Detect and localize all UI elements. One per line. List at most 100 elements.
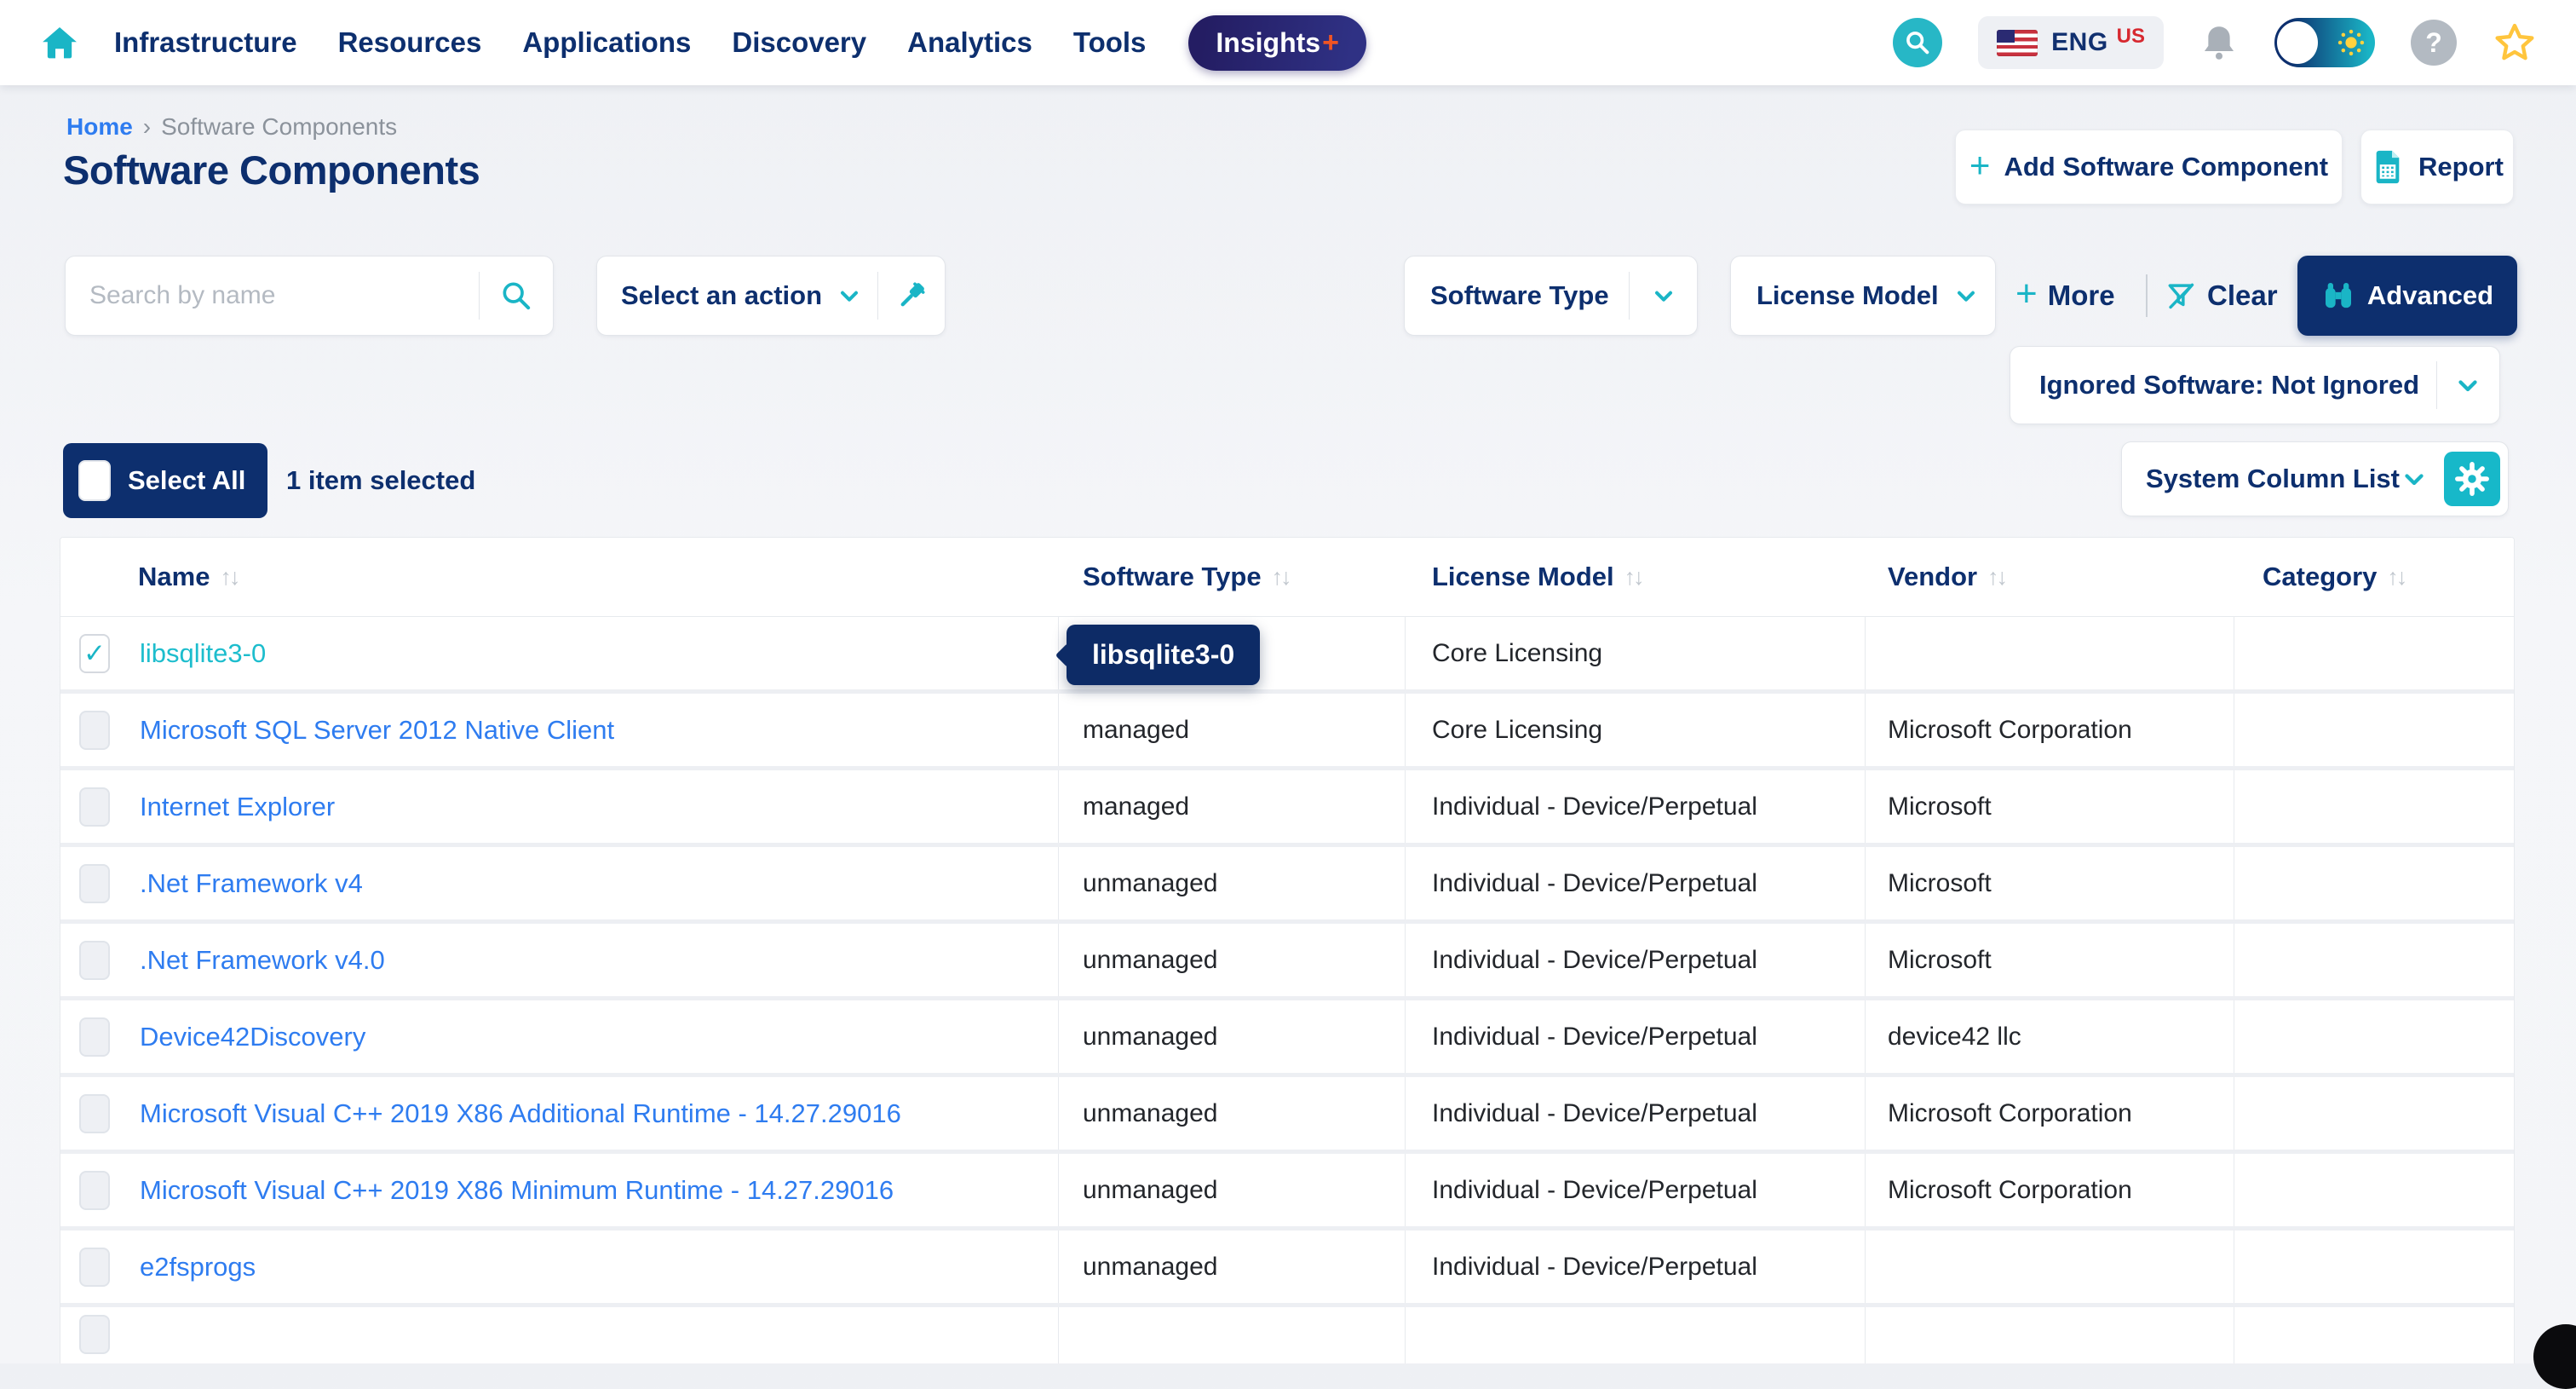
nav-item-resources[interactable]: Resources	[338, 26, 482, 59]
row-checkbox[interactable]	[79, 1248, 110, 1287]
gavel-icon	[894, 279, 929, 313]
software-name-link[interactable]: e2fsprogs	[140, 1252, 256, 1282]
clear-filter-icon	[2165, 280, 2197, 312]
software-name-link[interactable]: Microsoft Visual C++ 2019 X86 Additional…	[140, 1098, 901, 1129]
nav-item-applications[interactable]: Applications	[522, 26, 691, 59]
help-button[interactable]: ?	[2411, 20, 2457, 66]
vendor-cell: Microsoft	[1866, 924, 2234, 996]
chevron-down-icon	[2453, 371, 2482, 400]
software-name-link[interactable]: Internet Explorer	[140, 792, 335, 822]
global-search-button[interactable]	[1893, 18, 1942, 67]
select-all-label: Select All	[128, 465, 245, 496]
breadcrumb-home-link[interactable]: Home	[66, 113, 133, 141]
clear-filters-button[interactable]: Clear	[2165, 256, 2278, 336]
language-selector[interactable]: ENG US	[1978, 16, 2164, 69]
name-cell: Internet Explorer	[60, 770, 1059, 843]
nav-item-tools[interactable]: Tools	[1073, 26, 1147, 59]
row-checkbox[interactable]	[79, 864, 110, 903]
row-checkbox[interactable]	[79, 941, 110, 980]
advanced-search-button[interactable]: Advanced	[2297, 256, 2517, 336]
clear-label: Clear	[2207, 280, 2278, 312]
name-cell: .Net Framework v4	[60, 847, 1059, 919]
nav-item-discovery[interactable]: Discovery	[732, 26, 866, 59]
nav-item-analytics[interactable]: Analytics	[907, 26, 1032, 59]
row-checkbox[interactable]	[79, 1017, 110, 1057]
table-row: e2fsprogsunmanagedIndividual - Device/Pe…	[60, 1231, 2514, 1307]
column-list-dropdown[interactable]: System Column List	[2121, 441, 2509, 516]
search-input[interactable]	[66, 281, 479, 310]
row-checkbox[interactable]	[79, 1171, 110, 1210]
column-header-license-model[interactable]: License Model↑↓	[1406, 562, 1866, 592]
software-name-link[interactable]: Microsoft SQL Server 2012 Native Client	[140, 715, 614, 746]
search-submit-button[interactable]	[480, 279, 553, 313]
software-name-link[interactable]: libsqlite3-0	[140, 638, 266, 669]
more-label: More	[2048, 280, 2115, 312]
column-header-category[interactable]: Category↑↓	[2234, 562, 2514, 592]
row-checkbox[interactable]	[79, 787, 110, 827]
license-model-cell	[1406, 1307, 1866, 1363]
report-button[interactable]: Report	[2360, 130, 2514, 205]
sun-icon	[2336, 27, 2366, 62]
star-icon	[2493, 20, 2537, 65]
table-body: ✓libsqlite3-0Core LicensingMicrosoft SQL…	[60, 617, 2514, 1363]
license-model-cell: Individual - Device/Perpetual	[1406, 770, 1866, 843]
home-button[interactable]	[39, 22, 80, 63]
nav-item-infrastructure[interactable]: Infrastructure	[114, 26, 297, 59]
breadcrumb: Home › Software Components	[66, 113, 397, 141]
software-type-cell: unmanaged	[1059, 924, 1406, 996]
category-cell	[2234, 1307, 2514, 1363]
software-name-link[interactable]: .Net Framework v4.0	[140, 945, 385, 976]
software-name-link[interactable]: Device42Discovery	[140, 1022, 365, 1052]
sort-icon: ↑↓	[1272, 564, 1290, 591]
breadcrumb-separator: ›	[143, 113, 151, 141]
row-checkbox[interactable]	[79, 711, 110, 750]
apply-action-button[interactable]	[878, 279, 945, 313]
select-all-checkbox[interactable]	[78, 460, 111, 501]
category-cell	[2234, 770, 2514, 843]
column-header-software-type[interactable]: Software Type↑↓	[1059, 562, 1406, 592]
bell-icon	[2199, 23, 2239, 62]
more-filters-button[interactable]: + More	[2015, 256, 2115, 336]
software-name-link[interactable]: Microsoft Visual C++ 2019 X86 Minimum Ru…	[140, 1175, 894, 1206]
row-checkbox[interactable]	[79, 1094, 110, 1133]
ignored-software-label: Ignored Software: Not Ignored	[2039, 370, 2419, 401]
search-box	[65, 256, 554, 336]
column-header-label: License Model	[1432, 562, 1614, 592]
software-type-filter[interactable]: Software Type	[1404, 256, 1698, 336]
column-header-vendor[interactable]: Vendor↑↓	[1866, 562, 2234, 592]
license-model-cell: Individual - Device/Perpetual	[1406, 924, 1866, 996]
notifications-button[interactable]	[2199, 23, 2239, 62]
nav-item-insights[interactable]: Insights+	[1188, 15, 1366, 71]
theme-toggle[interactable]	[2274, 18, 2375, 67]
vendor-cell: Microsoft	[1866, 770, 2234, 843]
category-cell	[2234, 924, 2514, 996]
column-header-name[interactable]: Name↑↓	[60, 562, 1059, 592]
ignored-software-filter[interactable]: Ignored Software: Not Ignored	[2010, 346, 2500, 424]
chevron-down-icon	[836, 282, 863, 309]
select-action-dropdown[interactable]: Select an action	[596, 256, 946, 336]
table-row	[60, 1307, 2514, 1363]
software-name-link[interactable]: .Net Framework v4	[140, 868, 363, 899]
chevron-down-icon	[1650, 282, 1677, 309]
add-software-component-button[interactable]: + Add Software Component	[1955, 130, 2343, 205]
column-settings-button[interactable]	[2444, 452, 2500, 506]
license-model-filter[interactable]: License Model	[1730, 256, 1996, 336]
license-model-cell: Individual - Device/Perpetual	[1406, 847, 1866, 919]
row-checkbox[interactable]: ✓	[79, 634, 110, 673]
chevron-down-icon	[1952, 282, 1980, 309]
table-row: .Net Framework v4unmanagedIndividual - D…	[60, 847, 2514, 924]
select-all-button[interactable]: Select All	[63, 443, 267, 518]
license-model-cell: Individual - Device/Perpetual	[1406, 1077, 1866, 1150]
row-name-tooltip: libsqlite3-0	[1067, 625, 1260, 685]
language-code: ENG	[2051, 28, 2108, 57]
home-icon	[40, 23, 79, 62]
vendor-cell: Microsoft Corporation	[1866, 1154, 2234, 1226]
column-header-label: Category	[2263, 562, 2377, 592]
row-checkbox[interactable]	[79, 1315, 110, 1354]
search-icon	[1903, 28, 1932, 57]
software-components-table: Name↑↓Software Type↑↓License Model↑↓Vend…	[60, 537, 2515, 1363]
table-row: .Net Framework v4.0 unmanagedIndividual -…	[60, 924, 2514, 1000]
favorites-button[interactable]	[2493, 20, 2537, 65]
vendor-cell: Microsoft Corporation	[1866, 694, 2234, 766]
add-button-label: Add Software Component	[2004, 152, 2328, 182]
